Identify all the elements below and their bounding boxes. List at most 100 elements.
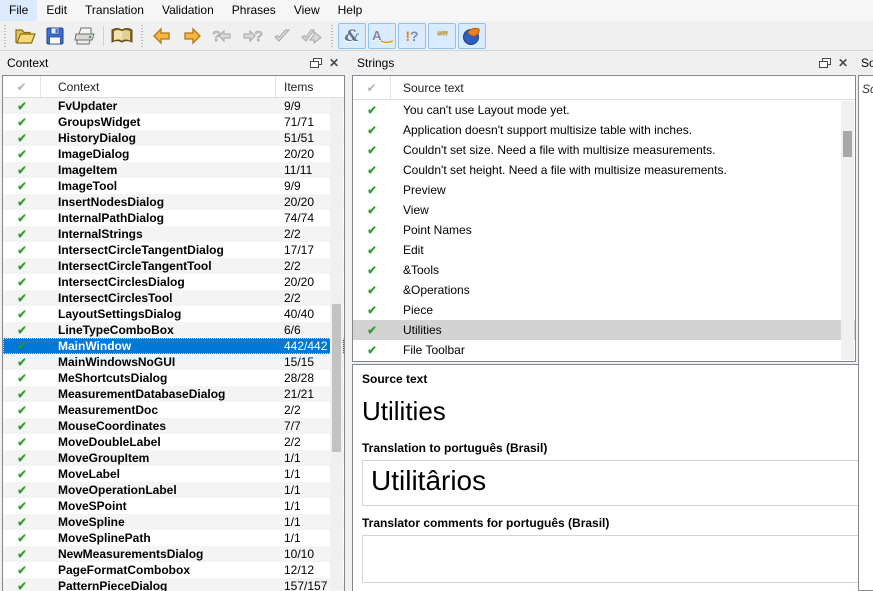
close-panel-button[interactable]: ✕ [834,55,852,71]
context-row[interactable]: ✔ MoveSpline 1/1 [3,514,344,530]
context-row[interactable]: ✔ GroupsWidget 71/71 [3,114,344,130]
items-column-header[interactable]: Items [276,80,344,94]
done-check-icon: ✔ [17,371,27,385]
print-button[interactable] [71,23,99,49]
toolbar-drag-handle[interactable] [2,25,8,47]
context-row[interactable]: ✔ PageFormatCombobox 12/12 [3,562,344,578]
strings-scrollbar[interactable] [841,101,854,360]
menu-file[interactable]: File [0,0,37,21]
prev-unfinished-button[interactable]: ? [208,23,236,49]
context-row[interactable]: ✔ ImageDialog 20/20 [3,146,344,162]
context-row[interactable]: ✔ MeasurementDoc 2/2 [3,402,344,418]
string-row[interactable]: ✔ Utilities [353,320,855,340]
context-row[interactable]: ✔ MoveSplinePath 1/1 [3,530,344,546]
string-row[interactable]: ✔ File Toolbar [353,340,855,360]
context-row[interactable]: ✔ MoveDoubleLabel 2/2 [3,434,344,450]
context-name: MainWindowsNoGUI [41,355,276,369]
translation-input[interactable]: Utilitârios [363,461,873,505]
float-panel-button[interactable] [816,55,834,71]
context-column-header[interactable]: Context [41,76,276,97]
context-row[interactable]: ✔ MouseCoordinates 7/7 [3,418,344,434]
toolbar-drag-handle[interactable] [139,25,145,47]
context-scrollbar-thumb[interactable] [332,304,341,452]
done-check-icon: ✔ [17,531,27,545]
strings-list-header[interactable]: ✔ Source text [353,76,855,100]
done-check-icon: ✔ [17,227,27,241]
context-row[interactable]: ✔ MainWindow 442/442 [3,338,344,354]
toggle-quotes-button[interactable]: ❝❞ [428,23,456,49]
context-row[interactable]: ✔ MeShortcutsDialog 28/28 [3,370,344,386]
string-row[interactable]: ✔ Application doesn't support multisize … [353,120,855,140]
menu-help[interactable]: Help [329,0,372,21]
source-string: &Operations [391,283,855,297]
done-button[interactable] [268,23,296,49]
context-row[interactable]: ✔ ImageTool 9/9 [3,178,344,194]
string-row[interactable]: ✔ Edit [353,240,855,260]
strings-scrollbar-thumb[interactable] [843,131,852,157]
string-row[interactable]: ✔ Point Names [353,220,855,240]
context-row[interactable]: ✔ PatternPieceDialog 157/157 [3,578,344,591]
context-row[interactable]: ✔ IntersectCirclesDialog 20/20 [3,274,344,290]
context-row[interactable]: ✔ MoveSPoint 1/1 [3,498,344,514]
context-scrollbar[interactable] [330,99,343,590]
toggle-place-markers-button[interactable] [458,23,486,49]
close-panel-button[interactable]: ✕ [325,55,343,71]
phrase-book-button[interactable] [108,23,136,49]
context-row[interactable]: ✔ HistoryDialog 51/51 [3,130,344,146]
source-text-column-header[interactable]: Source text [391,81,855,95]
context-row[interactable]: ✔ MeasurementDatabaseDialog 21/21 [3,386,344,402]
string-row[interactable]: ✔ Couldn't set height. Need a file with … [353,160,855,180]
context-row[interactable]: ✔ IntersectCircleTangentDialog 17/17 [3,242,344,258]
string-row[interactable]: ✔ Preview [353,180,855,200]
strings-rows: ✔ You can't use Layout mode yet. ✔ Appli… [353,100,855,360]
context-row[interactable]: ✔ NewMeasurementsDialog 10/10 [3,546,344,562]
next-button[interactable] [178,23,206,49]
open-file-button[interactable] [11,23,39,49]
toggle-phrase-matches-button[interactable]: !? [398,23,426,49]
context-row[interactable]: ✔ MainWindowsNoGUI 15/15 [3,354,344,370]
toggle-ending-punctuation-button[interactable]: A‿ [368,23,396,49]
toggle-accelerators-button[interactable]: & [338,23,366,49]
context-row[interactable]: ✔ IntersectCirclesTool 2/2 [3,290,344,306]
context-table-header[interactable]: ✔ Context Items [3,76,344,98]
context-row[interactable]: ✔ IntersectCircleTangentTool 2/2 [3,258,344,274]
menu-view[interactable]: View [285,0,329,21]
string-row[interactable]: ✔ &Operations [353,280,855,300]
context-row[interactable]: ✔ LayoutSettingsDialog 40/40 [3,306,344,322]
context-row[interactable]: ✔ FvUpdater 9/9 [3,98,344,114]
string-row[interactable]: ✔ &Tools [353,260,855,280]
toolbar-drag-handle[interactable] [329,25,335,47]
done-and-next-button[interactable] [298,23,326,49]
next-unfinished-button[interactable]: ? [238,23,266,49]
string-row[interactable]: ✔ Piece [353,300,855,320]
context-row[interactable]: ✔ MoveLabel 1/1 [3,466,344,482]
done-check-icon: ✔ [17,179,27,193]
context-row[interactable]: ✔ InternalStrings 2/2 [3,226,344,242]
context-row[interactable]: ✔ LineTypeComboBox 6/6 [3,322,344,338]
source-string: Utilities [391,323,855,337]
save-file-button[interactable] [41,23,69,49]
string-row[interactable]: ✔ View [353,200,855,220]
context-name: MeasurementDatabaseDialog [41,387,276,401]
context-name: FvUpdater [41,99,276,113]
context-table: ✔ Context Items ✔ FvUpdater 9/9 ✔ Groups… [2,75,345,591]
prev-button[interactable] [148,23,176,49]
context-name: HistoryDialog [41,131,276,145]
context-row[interactable]: ✔ MoveOperationLabel 1/1 [3,482,344,498]
context-row[interactable]: ✔ InsertNodesDialog 20/20 [3,194,344,210]
context-row[interactable]: ✔ MoveGroupItem 1/1 [3,450,344,466]
menu-phrases[interactable]: Phrases [223,0,285,21]
float-panel-button[interactable] [307,55,325,71]
context-row[interactable]: ✔ InternalPathDialog 74/74 [3,210,344,226]
done-check-icon: ✔ [367,103,377,117]
string-row[interactable]: ✔ Couldn't set size. Need a file with mu… [353,140,855,160]
menu-edit[interactable]: Edit [37,0,76,21]
menu-translation[interactable]: Translation [76,0,153,21]
strings-titlebar: Strings ✕ [350,51,856,75]
string-row[interactable]: ✔ You can't use Layout mode yet. [353,100,855,120]
translator-comments-input[interactable] [362,535,873,583]
svg-text:?: ? [254,28,263,45]
context-row[interactable]: ✔ ImageItem 11/11 [3,162,344,178]
menu-validation[interactable]: Validation [153,0,223,21]
float-icon [819,58,831,69]
